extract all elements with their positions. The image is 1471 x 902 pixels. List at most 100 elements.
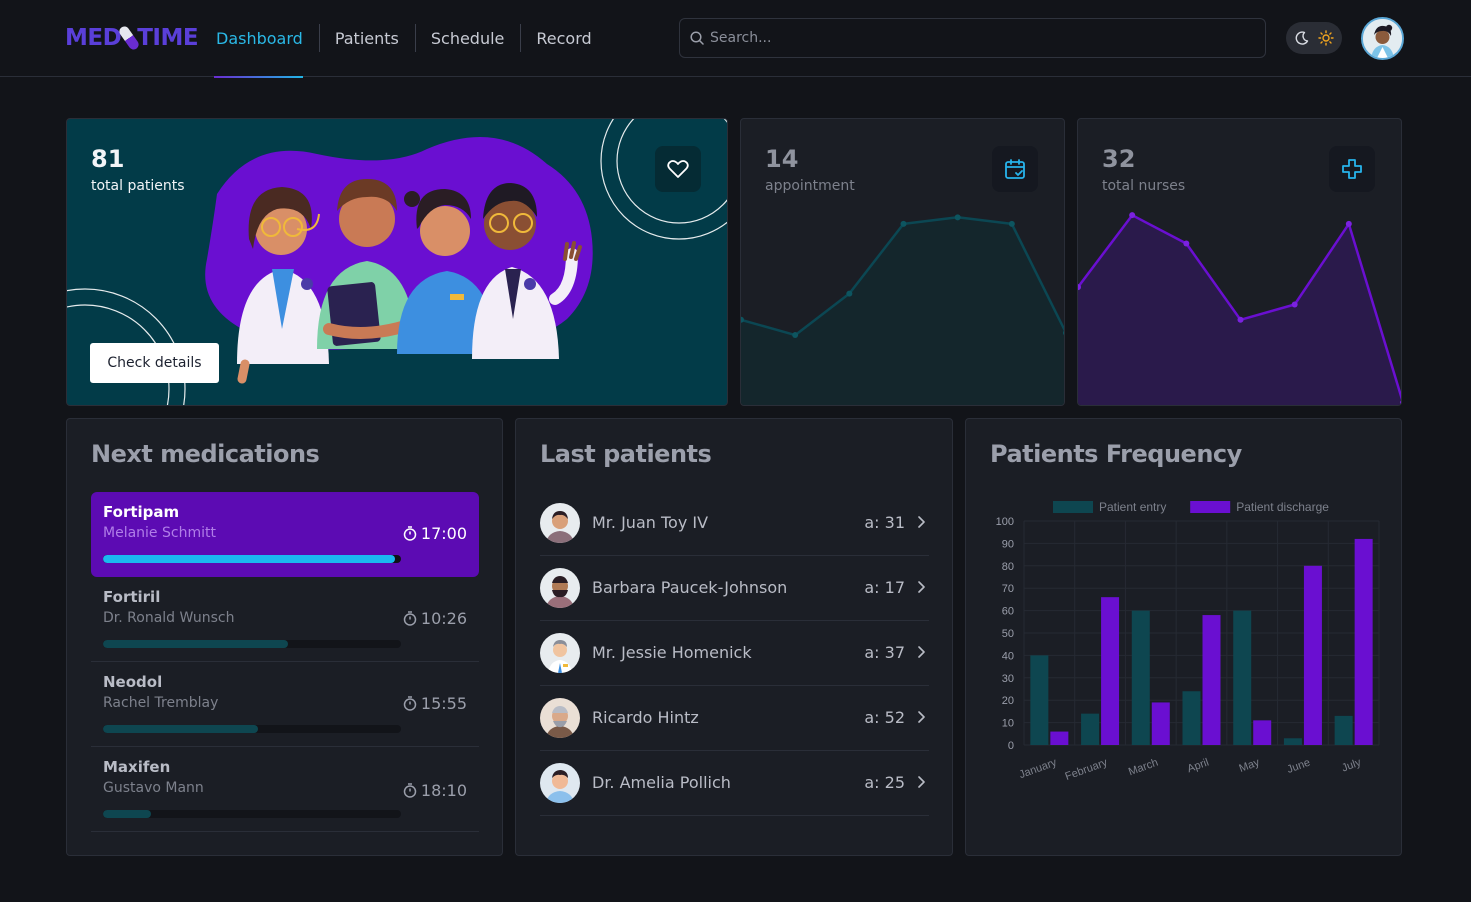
app-logo[interactable]: MED TIME	[65, 24, 199, 52]
total-patients-count: 81	[91, 145, 125, 173]
y-tick-label: 90	[1002, 538, 1014, 550]
medication-item[interactable]: Neodol Rachel Tremblay 15:55	[91, 662, 479, 747]
medication-patient: Rachel Tremblay	[103, 695, 219, 711]
add-nurse-button[interactable]	[1329, 146, 1375, 192]
user-avatar[interactable]	[1361, 17, 1404, 60]
y-tick-label: 100	[996, 516, 1014, 528]
appointment-sparkline-point	[954, 214, 961, 221]
sun-icon	[1318, 30, 1334, 46]
medication-progress-fill	[103, 640, 288, 648]
medication-item[interactable]: Maxifen Gustavo Mann 18:10	[91, 747, 479, 832]
patient-name: Mr. Jessie Homenick	[592, 643, 752, 662]
medication-time-value: 18:10	[420, 781, 467, 800]
nav-item-dashboard[interactable]: Dashboard	[200, 0, 319, 78]
medication-time: 18:10	[403, 781, 467, 800]
medication-patient: Melanie Schmitt	[103, 525, 216, 541]
y-tick-label: 20	[1002, 695, 1014, 707]
patient-age: a: 37	[864, 643, 905, 662]
nurses-count: 32	[1102, 145, 1136, 173]
medication-name: Neodol	[103, 673, 163, 691]
bar	[1131, 610, 1150, 745]
appointment-label: appointment	[765, 178, 855, 194]
bar	[1334, 715, 1353, 745]
x-tick-label: June	[1285, 757, 1312, 776]
x-tick-label: April	[1186, 757, 1211, 776]
medication-progress	[103, 555, 401, 563]
medication-time: 15:55	[403, 694, 467, 713]
patient-avatar	[540, 763, 580, 803]
nurses-sparkline-point	[1291, 301, 1298, 308]
appointment-sparkline-point	[1008, 220, 1015, 227]
bar	[1233, 610, 1252, 745]
timer-icon	[403, 611, 417, 626]
next-medications-panel: Next medications Fortipam Melanie Schmit…	[66, 418, 503, 856]
medication-time-value: 17:00	[420, 524, 467, 543]
patient-row[interactable]: Barbara Paucek-Johnson a: 17	[540, 556, 929, 621]
medications-title: Next medications	[91, 440, 320, 468]
patient-age: a: 17	[864, 578, 905, 597]
calendar-check-icon	[1005, 159, 1025, 179]
main-nav: Dashboard Patients Schedule Record	[200, 0, 608, 78]
legend-label: Patient entry	[1099, 500, 1166, 514]
chevron-right-icon	[918, 646, 925, 658]
patient-age: a: 25	[864, 773, 905, 792]
medication-patient: Gustavo Mann	[103, 780, 204, 796]
patient-age: a: 52	[864, 708, 905, 727]
bar	[1303, 565, 1322, 745]
theme-toggle[interactable]	[1286, 22, 1342, 54]
patient-avatar	[540, 503, 580, 543]
top-navbar: MED TIME Dashboard Patients Schedule Rec…	[0, 0, 1471, 78]
bar	[1050, 731, 1069, 745]
medication-progress-fill	[103, 725, 258, 733]
favorite-button[interactable]	[655, 146, 701, 192]
timer-icon	[403, 696, 417, 711]
nurses-sparkline-point	[1183, 240, 1190, 247]
medication-name: Maxifen	[103, 758, 171, 776]
last-patients-panel: Last patients Mr. Juan Toy IV a: 31 Barb…	[515, 418, 953, 856]
check-details-button[interactable]: Check details	[90, 343, 219, 383]
medication-item[interactable]: Fortiril Dr. Ronald Wunsch 10:26	[91, 577, 479, 662]
patient-row[interactable]: Mr. Juan Toy IV a: 31	[540, 491, 929, 556]
nurses-card: 32 total nurses	[1077, 118, 1402, 406]
nurses-sparkline-area	[1078, 215, 1401, 405]
total-patients-label: total patients	[91, 178, 185, 194]
doctor-avatar-image	[1363, 19, 1402, 58]
bar	[1283, 738, 1302, 745]
heart-icon	[667, 160, 689, 178]
nav-item-record[interactable]: Record	[520, 0, 607, 77]
nav-item-schedule[interactable]: Schedule	[414, 0, 521, 77]
patient-name: Ricardo Hintz	[592, 708, 699, 727]
medication-item[interactable]: Fortipam Melanie Schmitt 17:00	[91, 492, 479, 577]
search-input[interactable]	[710, 30, 1250, 46]
x-tick-label: July	[1340, 756, 1363, 774]
patient-age: a: 31	[864, 513, 905, 532]
plus-cross-icon	[1342, 159, 1362, 179]
bar	[1081, 713, 1100, 745]
nurses-sparkline-point	[1345, 220, 1352, 227]
bar	[1030, 655, 1049, 745]
patient-row[interactable]: Mr. Jessie Homenick a: 37	[540, 621, 929, 686]
y-tick-label: 30	[1002, 673, 1014, 685]
medication-time-value: 10:26	[420, 609, 467, 628]
chevron-right-icon	[918, 776, 925, 788]
timer-icon	[403, 526, 417, 541]
calendar-button[interactable]	[992, 146, 1038, 192]
y-tick-label: 10	[1002, 718, 1014, 730]
medication-time: 10:26	[403, 609, 467, 628]
appointment-sparkline-point	[900, 220, 907, 227]
appointment-count: 14	[765, 145, 799, 173]
patient-name: Dr. Amelia Pollich	[592, 773, 731, 792]
chevron-right-icon	[918, 516, 925, 528]
medication-progress	[103, 725, 401, 733]
y-tick-label: 50	[1002, 628, 1014, 640]
timer-icon	[403, 783, 417, 798]
bar	[1253, 720, 1272, 745]
medication-time: 17:00	[403, 524, 467, 543]
bar	[1182, 691, 1201, 745]
patient-row[interactable]: Dr. Amelia Pollich a: 25	[540, 751, 929, 816]
nav-item-patients[interactable]: Patients	[318, 0, 415, 77]
appointment-sparkline-area	[741, 217, 1064, 405]
patient-row[interactable]: Ricardo Hintz a: 52	[540, 686, 929, 751]
nurses-label: total nurses	[1102, 178, 1186, 194]
moon-icon	[1295, 31, 1309, 45]
